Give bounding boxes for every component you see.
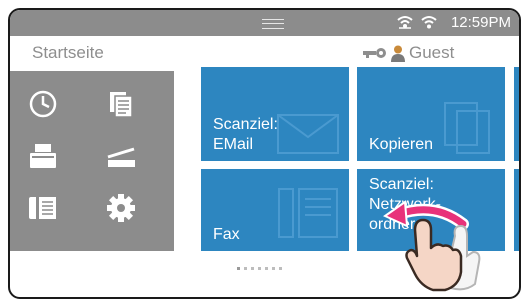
page-dot [251,267,254,270]
swipe-left-gesture-icon [382,200,481,292]
page-dot [265,267,268,270]
scanner-icon[interactable] [106,141,136,171]
network-icon [396,14,414,34]
tile-fax[interactable]: Fax [201,169,349,251]
job-status-icon[interactable] [28,89,58,119]
user-icon [391,45,405,62]
tile-scan-to-email[interactable]: Scanziel: EMail [201,67,349,161]
page-dot [272,267,275,270]
page-indicator [237,267,282,270]
wifi-icon [421,14,437,34]
page-title: Startseite [32,43,104,62]
tile-label: Fax [213,226,240,243]
tile-copy[interactable]: Kopieren [357,67,505,161]
email-watermark-icon [277,114,339,154]
copy-watermark-icon [444,102,490,154]
copy-docs-icon[interactable] [106,89,136,119]
tile-label: Kopieren [369,136,434,153]
settings-gear-icon[interactable] [106,193,136,223]
user-label: Guest [409,43,455,62]
tile-label: Scanziel: EMail [213,116,278,153]
page-dot [244,267,247,270]
page-dot [279,267,282,270]
shortcut-panel [10,71,174,251]
clock: 12:59PM [450,14,511,31]
printer-icon[interactable] [28,141,58,171]
page-dot [237,267,240,270]
user-login-area[interactable]: Guest [363,43,454,63]
tile-next-page-partial[interactable] [514,67,519,161]
status-bar[interactable]: 12:59PM [10,10,519,36]
fax-phone-icon[interactable] [28,193,58,223]
fax-watermark-icon [278,188,338,238]
key-icon [363,47,387,59]
page-dot [258,267,261,270]
pull-down-handle[interactable] [262,19,284,29]
tile-next-page-partial[interactable] [514,169,519,251]
